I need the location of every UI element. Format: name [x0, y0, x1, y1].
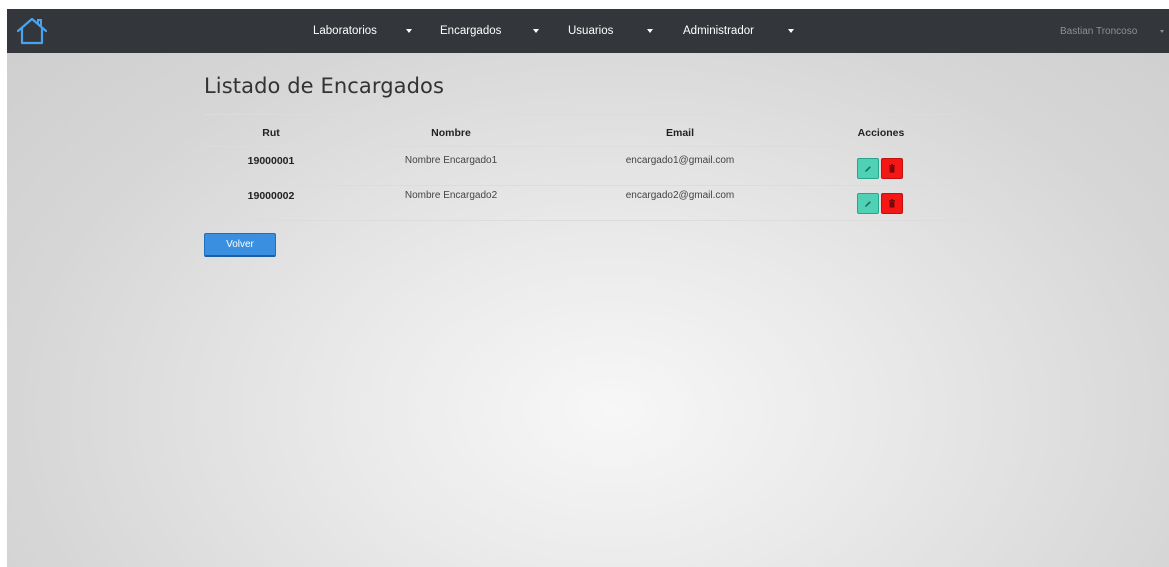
column-header-rut: Rut: [262, 127, 280, 139]
row-nombre: Nombre Encargado1: [404, 155, 498, 166]
caret-down-icon: [406, 29, 412, 33]
nav-laboratorios[interactable]: Laboratorios: [313, 9, 412, 53]
nav-usuarios-label: Usuarios: [568, 25, 614, 37]
nav-encargados-label: Encargados: [440, 25, 502, 37]
header-divider: [204, 146, 956, 147]
row-divider: [204, 185, 956, 186]
caret-down-icon: [1160, 30, 1164, 33]
app-frame: Laboratorios Encargados Usuarios Adminis…: [7, 9, 1169, 567]
page-title: Listado de Encargados: [204, 74, 445, 98]
home-icon: [16, 17, 48, 45]
row-email: encargado2@gmail.com: [625, 190, 735, 201]
row-rut: 19000001: [247, 155, 295, 167]
column-header-email: Email: [665, 127, 695, 139]
row-email: encargado1@gmail.com: [625, 155, 735, 166]
caret-down-icon: [788, 29, 794, 33]
nav-administrador[interactable]: Administrador: [683, 9, 794, 53]
home-link[interactable]: [15, 16, 49, 46]
delete-button[interactable]: [881, 193, 903, 214]
pencil-icon: [865, 200, 871, 207]
user-menu[interactable]: Bastian Troncoso: [1060, 9, 1137, 53]
nav-usuarios[interactable]: Usuarios: [568, 9, 653, 53]
table-top-divider: [204, 114, 956, 115]
edit-button[interactable]: [857, 158, 879, 179]
edit-button[interactable]: [857, 193, 879, 214]
nav-administrador-label: Administrador: [683, 25, 754, 37]
row-rut: 19000002: [247, 190, 295, 202]
column-header-nombre: Nombre: [431, 127, 471, 139]
trash-icon: [889, 164, 895, 173]
caret-down-icon: [533, 29, 539, 33]
delete-button[interactable]: [881, 158, 903, 179]
trash-icon: [889, 199, 895, 208]
nav-laboratorios-label: Laboratorios: [313, 25, 377, 37]
top-navbar: Laboratorios Encargados Usuarios Adminis…: [7, 9, 1169, 53]
row-nombre: Nombre Encargado2: [404, 190, 498, 201]
pencil-icon: [865, 165, 871, 172]
caret-down-icon: [647, 29, 653, 33]
column-header-acciones: Acciones: [857, 127, 905, 139]
back-button[interactable]: Volver: [204, 233, 276, 257]
nav-encargados[interactable]: Encargados: [440, 9, 539, 53]
table-bottom-divider: [204, 220, 994, 221]
